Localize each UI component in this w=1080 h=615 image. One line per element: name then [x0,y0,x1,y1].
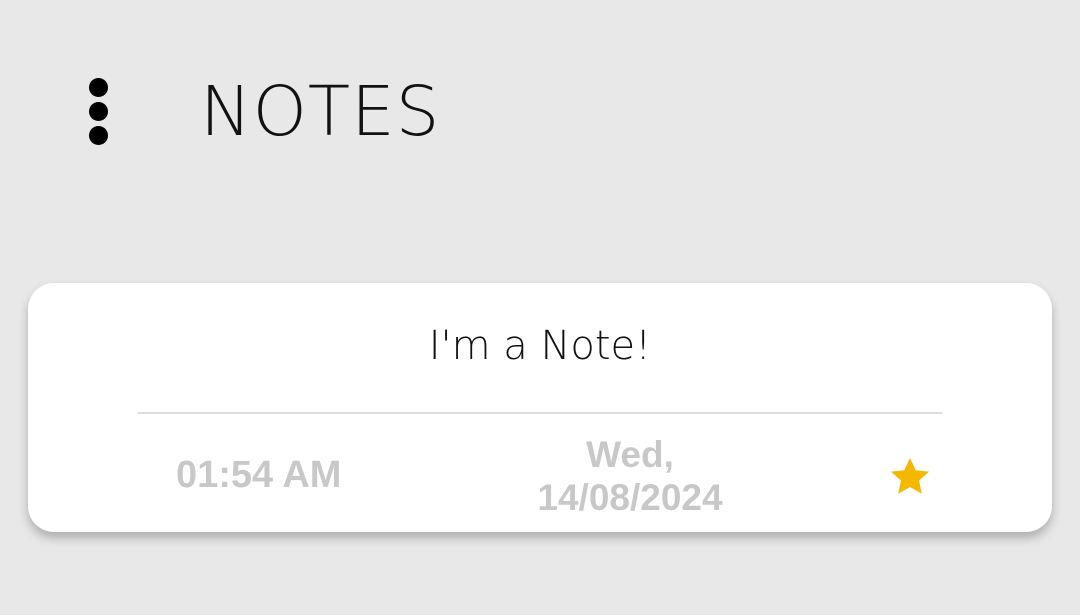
favorite-button[interactable] [886,453,934,501]
note-date: Wed, 14/08/2024 [508,433,752,519]
star-icon [891,458,929,494]
page-title: NOTES [200,72,441,152]
note-card[interactable]: I'm a Note! 01:54 AM Wed, 14/08/2024 [28,283,1052,532]
note-divider [138,412,942,414]
note-time: 01:54 AM [176,454,342,496]
note-date-value: 14/08/2024 [537,477,723,518]
note-date-day: Wed, [586,434,674,475]
note-title: I'm a Note! [428,323,652,369]
menu-button[interactable] [78,72,120,152]
